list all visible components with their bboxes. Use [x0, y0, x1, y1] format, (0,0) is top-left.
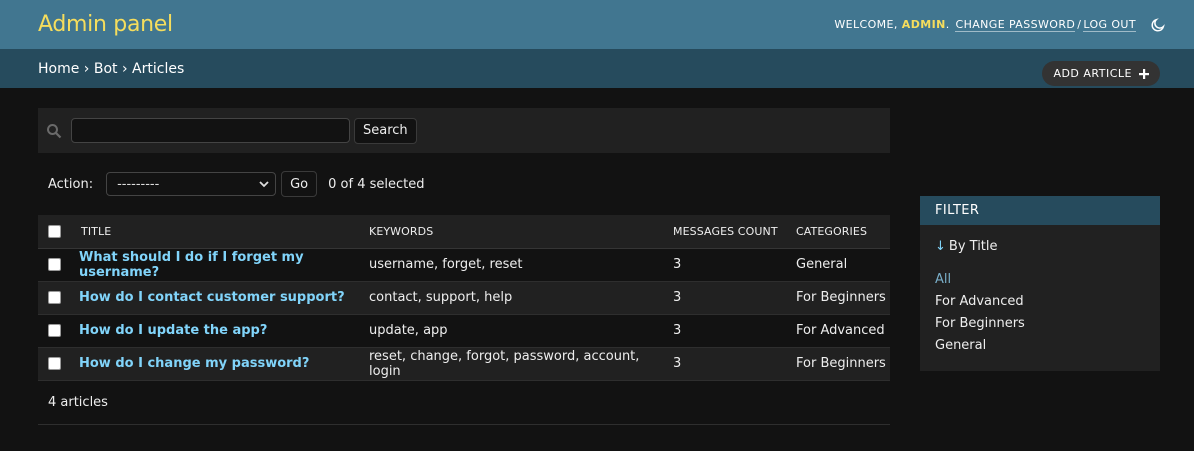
article-title-link[interactable]: How do I contact customer support? [79, 290, 345, 305]
action-selected-option: --------- [117, 176, 160, 192]
search-button[interactable]: Search [354, 117, 417, 144]
action-select[interactable]: --------- [106, 172, 277, 196]
content: Search Action: --------- Go 0 of 4 selec… [0, 88, 1194, 425]
filter-section-label: By Title [948, 239, 998, 254]
add-article-button[interactable]: Add article [1042, 61, 1160, 86]
filter-section-title[interactable]: ↓ By Title [920, 225, 1160, 254]
search-icon [47, 123, 62, 138]
column-header-title[interactable]: Title [79, 215, 369, 249]
arrow-down-icon: ↓ [935, 239, 946, 254]
search-toolbar: Search [38, 108, 890, 153]
breadcrumb-app[interactable]: Bot [94, 61, 118, 77]
filter-option-for-advanced[interactable]: For Advanced [935, 290, 1145, 312]
article-title-link[interactable]: How do I update the app? [79, 323, 267, 338]
filter-option-for-beginners[interactable]: For Beginners [935, 312, 1145, 334]
moon-icon[interactable] [1150, 17, 1166, 33]
table-row: How do I contact customer support? conta… [38, 281, 890, 315]
filter-panel: Filter ↓ By Title All For Advanced For Be… [920, 196, 1160, 371]
welcome-text: Welcome, [834, 18, 898, 31]
messages-count-cell: 3 [673, 248, 796, 282]
search-input[interactable] [71, 118, 350, 143]
paginator: 4 articles [38, 381, 890, 425]
site-branding[interactable]: Admin panel [38, 12, 173, 37]
logout-link[interactable]: Log out [1083, 18, 1136, 32]
breadcrumb-home[interactable]: Home [38, 61, 79, 77]
categories-cell: For Beginners [796, 281, 890, 315]
row-checkbox[interactable] [48, 357, 61, 370]
messages-count-cell: 3 [673, 314, 796, 348]
row-checkbox[interactable] [48, 324, 61, 337]
user-tools-separator: / [1077, 18, 1082, 31]
row-checkbox[interactable] [48, 291, 61, 304]
column-header-keywords[interactable]: Keywords [369, 215, 673, 249]
column-header-messages-count[interactable]: Messages count [673, 215, 796, 249]
table-header-row: Title Keywords Messages count Categories [38, 215, 890, 249]
go-button[interactable]: Go [281, 171, 318, 197]
categories-cell: For Advanced [796, 314, 890, 348]
selection-counter: 0 of 4 selected [328, 176, 425, 192]
breadcrumb-separator: › [121, 60, 128, 77]
table-row: What should I do if I forget my username… [38, 248, 890, 282]
keywords-cell: contact, support, help [369, 281, 673, 315]
filter-heading: Filter [920, 196, 1160, 225]
breadcrumb-separator: › [83, 60, 90, 77]
table-row: How do I change my password? reset, chan… [38, 347, 890, 381]
table-row: How do I update the app? update, app 3 F… [38, 314, 890, 348]
categories-cell: For Beginners [796, 347, 890, 381]
changelist: Search Action: --------- Go 0 of 4 selec… [38, 108, 890, 425]
result-list: Title Keywords Messages count Categories… [38, 215, 890, 381]
article-title-link[interactable]: How do I change my password? [79, 356, 309, 371]
action-label: Action: [48, 176, 94, 192]
keywords-cell: username, forget, reset [369, 248, 673, 282]
user-tools: Welcome, admin. Change password / Log ou… [834, 17, 1166, 33]
select-all-cell [38, 215, 79, 249]
breadcrumb-current: Articles [132, 60, 185, 77]
messages-count-cell: 3 [673, 347, 796, 381]
plus-icon [1139, 68, 1149, 79]
username: admin [901, 18, 946, 31]
add-article-label: Add article [1053, 67, 1132, 80]
breadcrumbs-bar: Home › Bot › Articles Add article [0, 49, 1194, 88]
select-all-checkbox[interactable] [48, 225, 61, 238]
categories-cell: General [796, 248, 890, 282]
header: Admin panel Welcome, admin. Change passw… [0, 0, 1194, 49]
messages-count-cell: 3 [673, 281, 796, 315]
breadcrumb: Home › Bot › Articles [38, 61, 184, 77]
filter-options: All For Advanced For Beginners General [920, 254, 1160, 371]
filter-option-general[interactable]: General [935, 334, 1145, 356]
keywords-cell: reset, change, forgot, password, account… [369, 347, 673, 381]
change-password-link[interactable]: Change password [955, 18, 1076, 32]
row-checkbox[interactable] [48, 258, 61, 271]
chevron-down-icon [259, 180, 269, 187]
article-title-link[interactable]: What should I do if I forget my username… [79, 250, 304, 280]
column-header-categories[interactable]: Categories [796, 215, 890, 249]
filter-option-all[interactable]: All [935, 268, 1145, 290]
keywords-cell: update, app [369, 314, 673, 348]
actions-bar: Action: --------- Go 0 of 4 selected [38, 153, 890, 215]
